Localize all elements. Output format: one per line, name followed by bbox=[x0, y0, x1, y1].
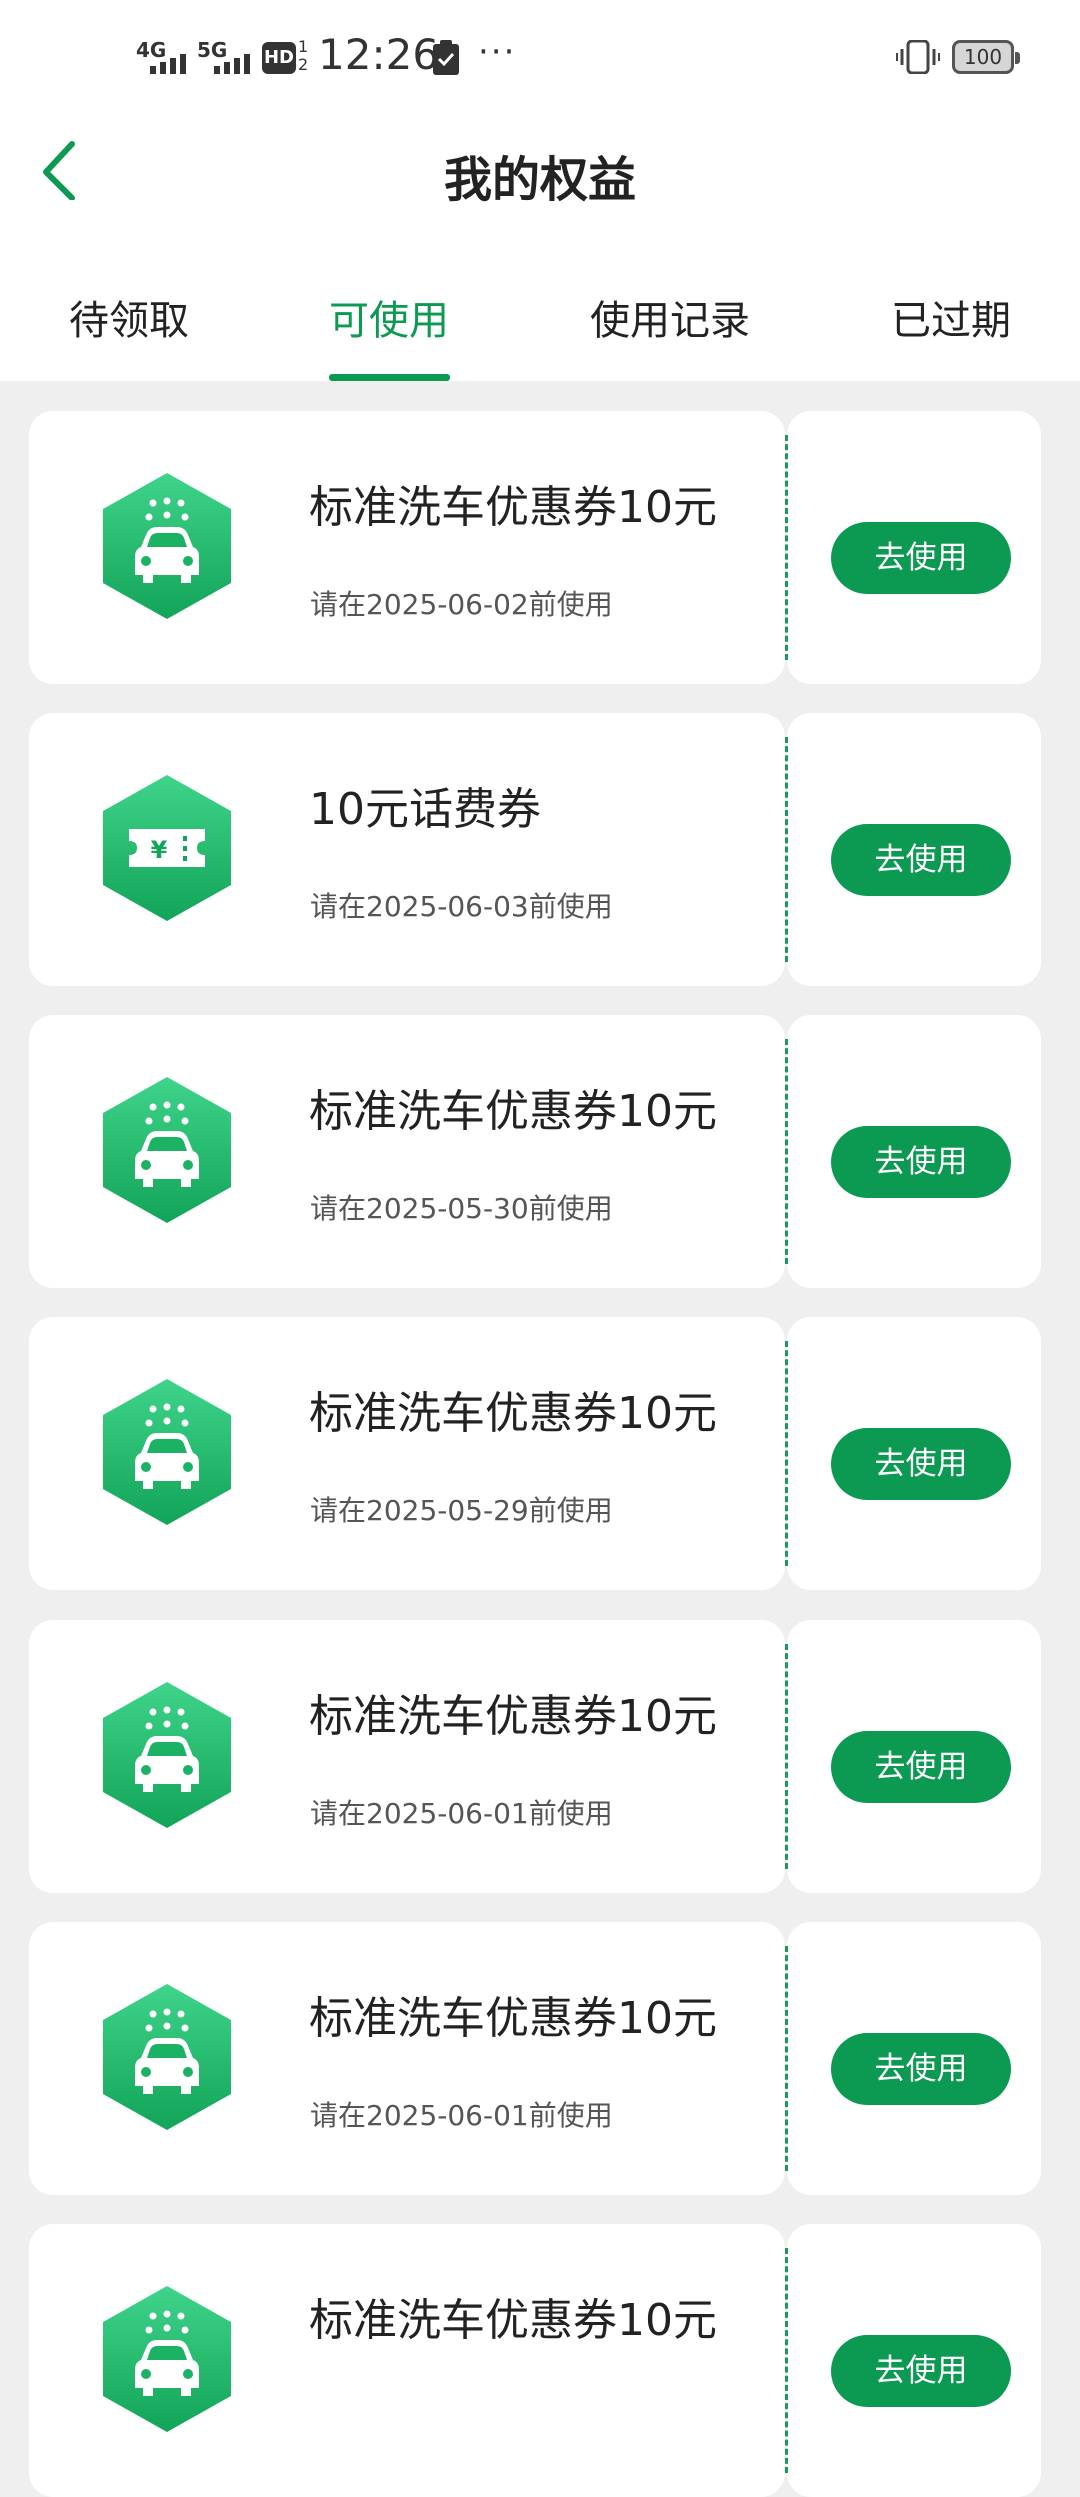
coupon-divider bbox=[785, 1946, 788, 2171]
coupon-divider bbox=[785, 435, 788, 660]
use-coupon-button[interactable]: 去使用 bbox=[831, 2033, 1011, 2105]
use-coupon-button[interactable]: 去使用 bbox=[831, 1731, 1011, 1803]
sim-fraction: 1 2 bbox=[298, 37, 309, 74]
signal-icon bbox=[150, 52, 186, 74]
coupon-title: 标准洗车优惠券10元 bbox=[309, 482, 717, 533]
coupon-title: 标准洗车优惠券10元 bbox=[309, 1086, 717, 1137]
coupon-title: 10元话费券 bbox=[309, 784, 541, 835]
car-wash-icon bbox=[101, 2284, 233, 2434]
car-wash-icon bbox=[101, 1377, 233, 1527]
car-wash-icon bbox=[101, 1982, 233, 2132]
phone-bill-ticket-icon: ¥ bbox=[101, 773, 233, 923]
status-bar: 4G 5G HD 1 2 12:26 ··· 100 bbox=[0, 0, 1080, 120]
tab-expired[interactable]: 已过期 bbox=[891, 288, 1011, 346]
more-notifications-icon: ··· bbox=[478, 32, 517, 72]
use-coupon-button[interactable]: 去使用 bbox=[831, 522, 1011, 594]
coupon-expiry: 请在2025-06-01前使用 bbox=[310, 2099, 613, 2132]
clock: 12:26 bbox=[318, 30, 440, 79]
tab-available[interactable]: 可使用 bbox=[329, 288, 449, 346]
coupon-card: 标准洗车优惠券10元 去使用 bbox=[29, 2224, 1041, 2497]
coupon-card: ¥ 10元话费券 请在2025-06-03前使用 去使用 bbox=[29, 713, 1041, 986]
use-coupon-button[interactable]: 去使用 bbox=[831, 824, 1011, 896]
signal-icon bbox=[214, 52, 250, 74]
coupon-expiry: 请在2025-05-29前使用 bbox=[310, 1494, 613, 1527]
coupon-expiry: 请在2025-06-03前使用 bbox=[310, 890, 613, 923]
coupon-title: 标准洗车优惠券10元 bbox=[309, 1993, 717, 2044]
hd-voice-icon: HD bbox=[262, 42, 296, 74]
coupon-card: 标准洗车优惠券10元 请在2025-06-02前使用 去使用 bbox=[29, 411, 1041, 684]
car-wash-icon bbox=[101, 471, 233, 621]
vibrate-icon bbox=[896, 39, 940, 78]
tab-pending[interactable]: 待领取 bbox=[69, 288, 189, 346]
coupon-divider bbox=[785, 2248, 788, 2473]
coupon-expiry: 请在2025-06-02前使用 bbox=[310, 588, 613, 621]
page-title: 我的权益 bbox=[443, 152, 636, 208]
coupon-title: 标准洗车优惠券10元 bbox=[309, 1691, 717, 1742]
coupon-divider bbox=[785, 1341, 788, 1566]
coupon-title: 标准洗车优惠券10元 bbox=[309, 2295, 717, 2346]
coupon-divider bbox=[785, 1039, 788, 1264]
use-coupon-button[interactable]: 去使用 bbox=[831, 2335, 1011, 2407]
coupon-card: 标准洗车优惠券10元 请在2025-06-01前使用 去使用 bbox=[29, 1620, 1041, 1893]
coupon-divider bbox=[785, 1644, 788, 1869]
use-coupon-button[interactable]: 去使用 bbox=[831, 1428, 1011, 1500]
battery-indicator: 100 bbox=[952, 40, 1020, 74]
car-wash-icon bbox=[101, 1075, 233, 1225]
active-tab-indicator bbox=[329, 374, 450, 381]
coupon-card: 标准洗车优惠券10元 请在2025-05-29前使用 去使用 bbox=[29, 1317, 1041, 1590]
coupon-card: 标准洗车优惠券10元 请在2025-05-30前使用 去使用 bbox=[29, 1015, 1041, 1288]
clipboard-icon bbox=[432, 40, 460, 80]
coupon-title: 标准洗车优惠券10元 bbox=[309, 1388, 717, 1439]
svg-text:¥: ¥ bbox=[151, 836, 168, 864]
top-panel: 4G 5G HD 1 2 12:26 ··· 100 我的权益 待领取 可使用 … bbox=[0, 0, 1080, 381]
car-wash-icon bbox=[101, 1680, 233, 1830]
coupon-card: 标准洗车优惠券10元 请在2025-06-01前使用 去使用 bbox=[29, 1922, 1041, 2195]
coupon-expiry: 请在2025-05-30前使用 bbox=[310, 1192, 613, 1225]
use-coupon-button[interactable]: 去使用 bbox=[831, 1126, 1011, 1198]
tab-usage-history[interactable]: 使用记录 bbox=[590, 288, 750, 346]
coupon-divider bbox=[785, 737, 788, 962]
coupon-expiry: 请在2025-06-01前使用 bbox=[310, 1797, 613, 1830]
